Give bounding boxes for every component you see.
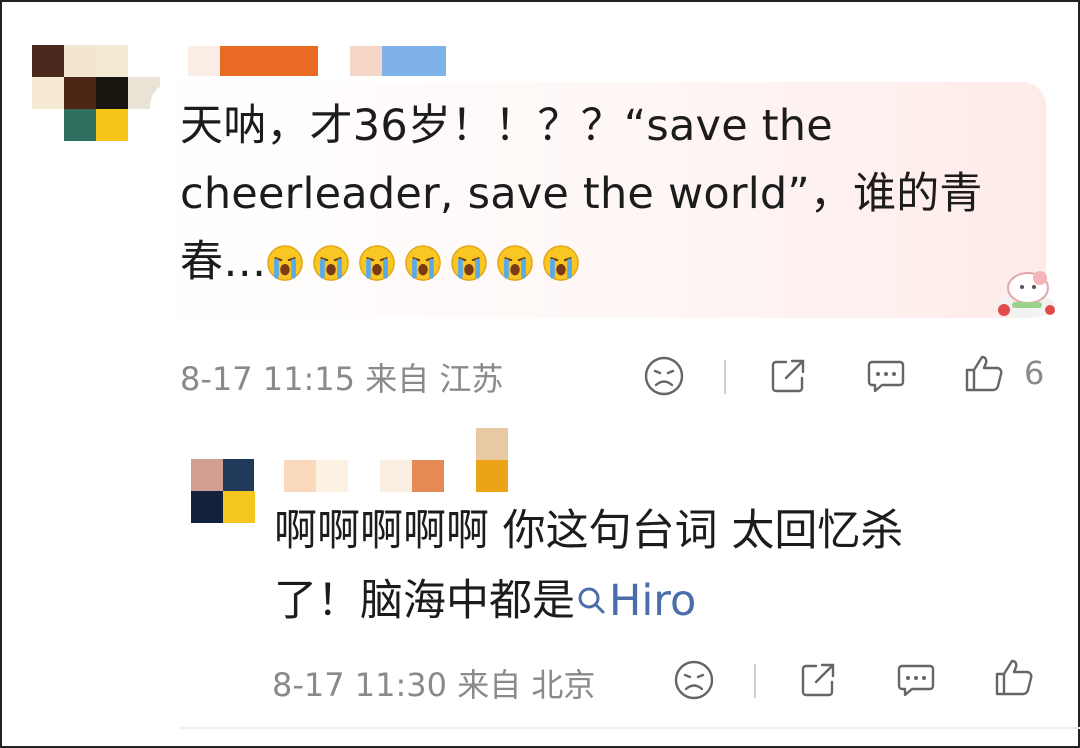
like-icon[interactable] — [962, 352, 1006, 396]
separator — [754, 664, 756, 698]
crying-face-icon — [267, 245, 304, 281]
share-icon[interactable] — [766, 354, 810, 398]
comment-text: 天呐，才36岁！！？？“save the cheerleader, save t… — [180, 92, 1020, 296]
share-icon[interactable] — [796, 658, 840, 702]
reply-text: 啊啊啊啊啊 你这句台词 太回忆杀 了！脑海中都是 Hiro — [274, 496, 1014, 636]
comment-line-2: cheerleader, save the world”，谁的青 — [180, 169, 983, 219]
comment-timestamp: 8-17 11:15 来自 江苏 — [180, 360, 504, 398]
cartoon-sticker-icon — [996, 271, 1056, 318]
separator — [724, 360, 726, 394]
divider — [180, 727, 1080, 729]
username[interactable] — [188, 46, 446, 76]
reply-username[interactable] — [254, 428, 508, 492]
crying-face-icon — [405, 245, 442, 281]
reply-line-2-text: 了！脑海中都是 — [274, 576, 575, 626]
dislike-icon[interactable] — [672, 658, 716, 702]
mention-text[interactable]: Hiro — [609, 576, 696, 626]
comment-icon[interactable] — [894, 658, 938, 702]
search-icon — [578, 587, 605, 614]
crying-face-icon — [359, 245, 396, 281]
comment-line-3-text: 春… — [180, 237, 267, 287]
like-icon[interactable] — [992, 656, 1036, 700]
comment-line-1: 天呐，才36岁！！？？“save the — [180, 101, 833, 151]
reply-line-1: 啊啊啊啊啊 你这句台词 太回忆杀 — [274, 506, 904, 556]
crying-face-icon — [543, 245, 580, 281]
reply-avatar[interactable] — [191, 459, 255, 523]
crying-face-icon — [313, 245, 350, 281]
like-count: 6 — [1024, 354, 1045, 392]
avatar[interactable] — [32, 45, 160, 141]
crying-face-icon — [497, 245, 534, 281]
comment-line-3: 春… — [180, 228, 1020, 296]
comment-icon[interactable] — [864, 354, 908, 398]
dislike-icon[interactable] — [642, 354, 686, 398]
crying-face-icon — [451, 245, 488, 281]
emoji-row — [266, 237, 588, 287]
reply-timestamp: 8-17 11:30 来自 北京 — [272, 666, 596, 704]
mention-link[interactable]: Hiro — [575, 576, 696, 626]
reply-line-2: 了！脑海中都是 Hiro — [274, 566, 1014, 636]
